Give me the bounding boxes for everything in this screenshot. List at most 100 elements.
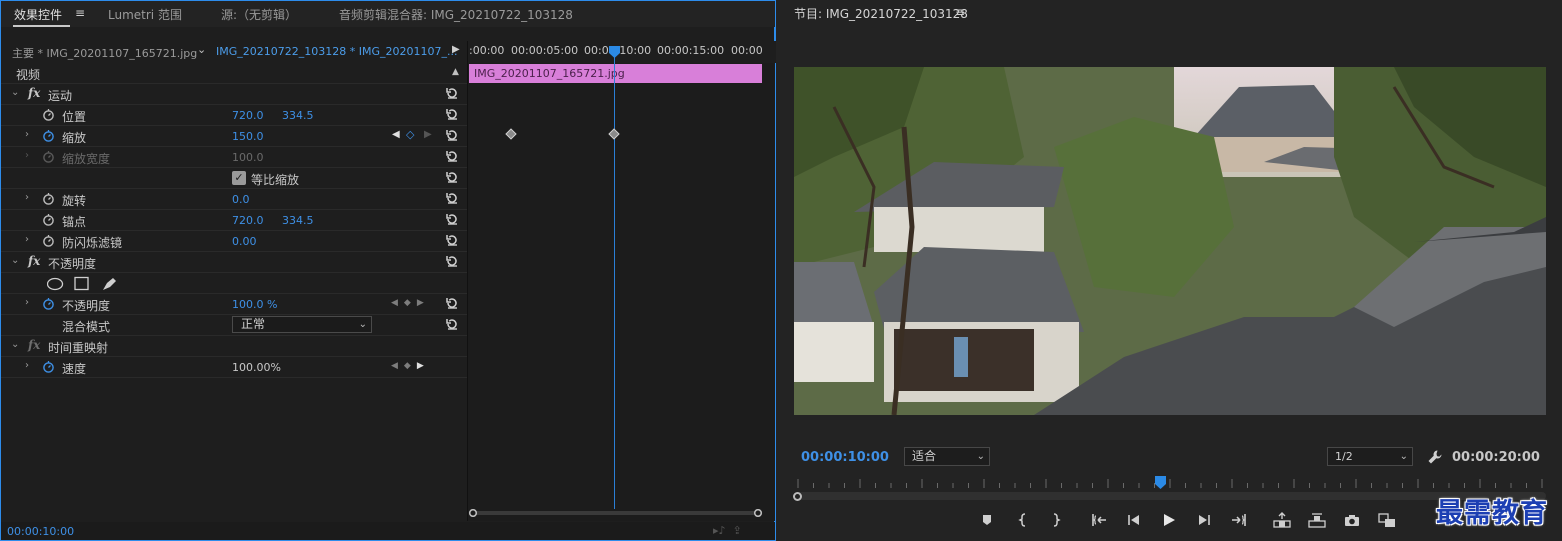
step-forward-icon[interactable] <box>1195 512 1213 528</box>
keyframe-marker[interactable] <box>505 128 517 140</box>
ruler-tick-label: 00:00:05:00 <box>511 44 579 57</box>
effect-controls-footer: 00:00:10:00 ▸♪ ⇪ <box>1 522 775 540</box>
step-back-icon[interactable] <box>1125 512 1143 528</box>
effect-controls-menu-icon[interactable]: ≡ <box>75 6 85 20</box>
chevron-right-icon[interactable]: › <box>25 360 29 371</box>
prev-keyframe-icon[interactable]: ◀ <box>392 129 400 140</box>
timeline-clip[interactable]: IMG_20201107_165721.jpg <box>469 64 762 83</box>
collapse-up-icon[interactable]: ▲ <box>452 67 459 77</box>
timeline-zoom-scrollbar[interactable] <box>468 509 768 517</box>
export-audio-icons[interactable]: ▸♪ ⇪ <box>713 524 742 537</box>
chevron-right-icon[interactable]: › <box>25 234 29 245</box>
chevron-down-icon[interactable]: ⌄ <box>11 339 19 350</box>
playhead-handle[interactable] <box>609 46 620 58</box>
ruler-tick-label: 00:00:15:00 <box>657 44 725 57</box>
stopwatch-icon[interactable] <box>42 108 55 121</box>
play-icon[interactable] <box>1160 512 1178 528</box>
go-to-out-icon[interactable] <box>1230 512 1248 528</box>
stopwatch-icon[interactable] <box>42 192 55 205</box>
chevron-right-icon[interactable]: › <box>25 129 29 140</box>
position-y-value[interactable]: 334.5 <box>282 109 314 122</box>
effect-row-motion[interactable]: ⌄ fx 运动 <box>1 84 467 105</box>
clip-selector-row: 主要 * IMG_20201107_165721.jpg ⌄ IMG_20210… <box>1 41 467 63</box>
wrench-icon[interactable] <box>1427 449 1443 465</box>
speed-value[interactable]: 100.00% <box>232 361 281 374</box>
uniform-scale-checkbox[interactable]: ✓ <box>232 171 246 185</box>
go-to-in-icon[interactable] <box>1090 512 1108 528</box>
blend-mode-dropdown[interactable]: 正常 ⌄ <box>232 316 372 333</box>
mark-out-icon[interactable] <box>1046 512 1064 528</box>
scale-width-value: 100.0 <box>232 151 264 164</box>
tab-source[interactable]: 源:（无剪辑） <box>221 6 297 23</box>
anti-flicker-value[interactable]: 0.00 <box>232 235 257 248</box>
extract-icon[interactable] <box>1308 512 1326 528</box>
stopwatch-icon[interactable] <box>42 213 55 226</box>
program-playhead[interactable] <box>1155 476 1166 489</box>
show-timeline-toggle-icon[interactable]: ▶ <box>452 44 460 55</box>
chevron-down-icon[interactable]: ⌄ <box>11 87 19 98</box>
reset-icon[interactable] <box>445 296 459 310</box>
position-x-value[interactable]: 720.0 <box>232 109 264 122</box>
stopwatch-icon[interactable] <box>42 234 55 247</box>
property-row-anchor: 锚点 720.0 334.5 <box>1 210 467 231</box>
time-ruler[interactable]: :00:00 00:00:05:00 00:00:10:00 00:00:15:… <box>468 41 776 63</box>
reset-icon[interactable] <box>445 149 459 163</box>
program-menu-icon[interactable]: ≡ <box>955 5 965 19</box>
mask-tools-row <box>1 273 467 294</box>
tab-effect-controls[interactable]: 效果控件 <box>14 6 62 23</box>
fx-icon[interactable]: fx <box>28 254 40 268</box>
program-monitor-title[interactable]: 节目: IMG_20210722_103128 <box>794 5 968 22</box>
effect-timeline[interactable]: :00:00 00:00:05:00 00:00:10:00 00:00:15:… <box>467 41 776 521</box>
scrub-bar[interactable] <box>794 492 1546 500</box>
opacity-value[interactable]: 100.0 % <box>232 298 277 311</box>
master-clip-label[interactable]: 主要 * IMG_20201107_165721.jpg <box>12 45 197 61</box>
anchor-x-value[interactable]: 720.0 <box>232 214 264 227</box>
chevron-down-icon[interactable]: ⌄ <box>197 43 206 56</box>
motion-label: 运动 <box>48 89 73 103</box>
chevron-right-icon[interactable]: › <box>25 192 29 203</box>
effect-row-time-remap[interactable]: ⌄ fx 时间重映射 <box>1 336 467 357</box>
add-keyframe-icon[interactable]: ◇ <box>406 128 414 141</box>
stopwatch-active-icon[interactable] <box>42 360 55 373</box>
reset-icon[interactable] <box>445 107 459 121</box>
keyframe-marker[interactable] <box>608 128 620 140</box>
keyframe-navigator[interactable]: ◀◆▶ <box>391 298 430 308</box>
playhead-timecode[interactable]: 00:00:10:00 <box>801 450 889 465</box>
pen-mask-icon <box>103 278 116 290</box>
reset-icon[interactable] <box>445 317 459 331</box>
anchor-y-value[interactable]: 334.5 <box>282 214 314 227</box>
tab-audio-clip-mixer[interactable]: 音频剪辑混合器: IMG_20210722_103128 <box>339 6 573 23</box>
mark-in-icon[interactable] <box>1015 512 1033 528</box>
playback-resolution-dropdown[interactable]: 1/2 ⌄ <box>1327 447 1413 466</box>
stopwatch-active-icon[interactable] <box>42 129 55 142</box>
fx-icon[interactable]: fx <box>28 338 40 352</box>
zoom-handle-left[interactable] <box>793 492 802 501</box>
lift-icon[interactable] <box>1273 512 1291 528</box>
reset-icon[interactable] <box>445 191 459 205</box>
chevron-down-icon[interactable]: ⌄ <box>11 255 19 266</box>
ruler-tick-label: :00:00 <box>469 44 505 57</box>
rotation-value[interactable]: 0.0 <box>232 193 250 206</box>
reset-icon[interactable] <box>445 86 459 100</box>
tab-lumetri-scopes[interactable]: Lumetri 范围 <box>108 6 182 23</box>
reset-icon[interactable] <box>445 254 459 268</box>
zoom-fit-dropdown[interactable]: 适合 ⌄ <box>904 447 990 466</box>
sequence-clip-label[interactable]: IMG_20210722_103128 * IMG_20201107_... <box>216 45 457 58</box>
comparison-view-icon[interactable] <box>1378 512 1396 528</box>
reset-icon[interactable] <box>445 170 459 184</box>
chevron-right-icon[interactable]: › <box>25 297 29 308</box>
reset-icon[interactable] <box>445 128 459 142</box>
export-frame-icon[interactable] <box>1343 512 1361 528</box>
add-marker-icon[interactable] <box>978 512 996 528</box>
reset-icon[interactable] <box>445 233 459 247</box>
next-keyframe-icon[interactable]: ▶ <box>424 129 432 140</box>
effect-row-opacity[interactable]: ⌄ fx 不透明度 <box>1 252 467 273</box>
program-video-frame[interactable] <box>794 67 1546 415</box>
fx-icon[interactable]: fx <box>28 86 40 100</box>
keyframe-navigator[interactable]: ◀◆▶ <box>391 361 430 371</box>
stopwatch-active-icon[interactable] <box>42 297 55 310</box>
program-scrubber[interactable] <box>793 476 1546 502</box>
effect-controls-timecode[interactable]: 00:00:10:00 <box>7 525 74 538</box>
scale-value[interactable]: 150.0 <box>232 130 264 143</box>
reset-icon[interactable] <box>445 212 459 226</box>
